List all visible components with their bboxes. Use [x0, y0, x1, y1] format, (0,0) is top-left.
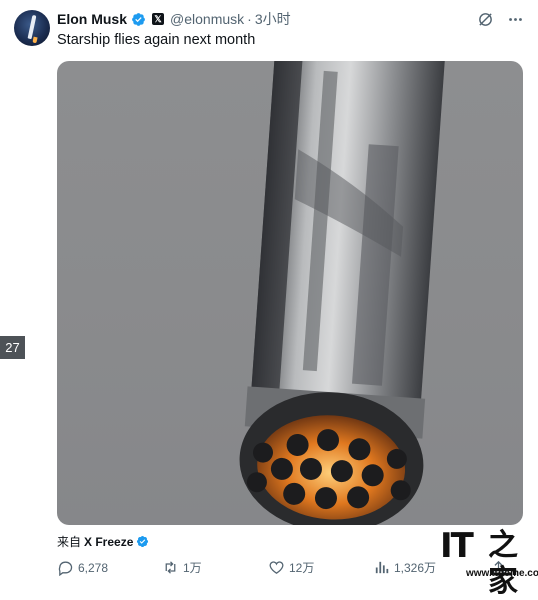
views-chart-icon [375, 561, 389, 574]
starship-booster-image [239, 61, 445, 525]
ithome-watermark: IT 之家 www.ithome.com [440, 526, 538, 599]
tweet-top-actions [476, 10, 524, 28]
reply-button[interactable]: 6,278 [57, 559, 108, 576]
view-count: 1,326万 [394, 561, 437, 575]
reply-icon [58, 561, 73, 576]
more-icon[interactable] [506, 10, 524, 28]
author-handle[interactable]: @elonmusk [170, 11, 244, 27]
source-verified-badge-icon [137, 535, 149, 548]
tweet-media-image[interactable] [57, 61, 523, 525]
video-source: 来自 X Freeze [57, 533, 149, 550]
repost-button[interactable]: 1万 [162, 559, 202, 576]
separator-dot: · [247, 11, 252, 27]
avatar-rocket-graphic [27, 14, 37, 40]
watermark-logo-cn: 之家 [488, 528, 518, 599]
side-floating-badge[interactable]: 27 [0, 336, 25, 359]
verified-badge-icon [132, 12, 145, 26]
repost-count: 1万 [183, 561, 202, 575]
watermark-url: www.ithome.com [466, 568, 538, 579]
author-avatar[interactable] [14, 10, 50, 46]
source-account[interactable]: X Freeze [84, 535, 133, 549]
avatar-flame-graphic [32, 36, 38, 44]
affiliate-x-badge-icon: 𝕏 [152, 13, 165, 25]
reply-count: 6,278 [78, 560, 109, 575]
source-label: 来自 [57, 535, 82, 549]
grok-icon[interactable] [476, 10, 494, 28]
watermark-logo-it: IT [440, 526, 474, 566]
like-button[interactable]: 12万 [268, 559, 314, 576]
tweet-timestamp[interactable]: 3小时 [255, 9, 291, 29]
author-name[interactable]: Elon Musk [57, 11, 127, 27]
heart-icon [269, 561, 284, 574]
tweet-text: Starship flies again next month [57, 32, 256, 48]
repost-icon [165, 561, 176, 574]
tweet-header: Elon Musk 𝕏 @elonmusk · 3小时 [57, 10, 291, 28]
like-count: 12万 [289, 561, 315, 575]
views-button[interactable]: 1,326万 [373, 559, 436, 576]
